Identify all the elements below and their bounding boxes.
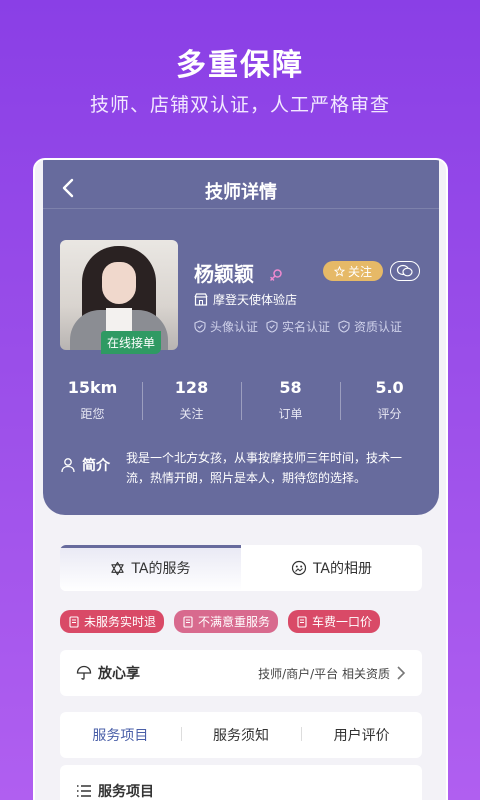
wechat-button[interactable] (390, 261, 420, 281)
assurance-heading: 放心享 (76, 663, 140, 683)
section-title: 服务项目 (98, 784, 154, 800)
promo-subtitle: 技师、店铺双认证，人工严格审查 (89, 94, 390, 116)
stat-label: 评分 (377, 407, 402, 421)
shield-check-icon (194, 320, 206, 333)
stat-followers: 128 关注 (142, 378, 241, 424)
cert-label: 实名认证 (282, 320, 331, 334)
tab-label: TA的相册 (312, 561, 373, 577)
star-of-david-icon (111, 561, 125, 575)
service-subtabs: 服务项目 服务须知 用户评价 (60, 712, 422, 758)
follow-label: 关注 (347, 264, 372, 279)
person-icon (61, 458, 75, 473)
stat-value: 58 (279, 378, 302, 397)
subtab-service-notice[interactable]: 服务须知 (180, 725, 302, 745)
tab-services[interactable]: TA的服务 (60, 545, 241, 591)
tag-reservice: 不满意重服务 (174, 610, 279, 633)
stats-row: 15km 距您 128 关注 58 订单 5.0 评分 (43, 378, 439, 424)
nav-divider (43, 208, 439, 209)
service-items-section: 服务项目 (60, 765, 422, 800)
page-title: 技师详情 (205, 182, 277, 203)
tag-label: 未服务实时退 (84, 615, 157, 629)
cert-realname: 实名认证 (266, 318, 330, 335)
stat-label: 订单 (278, 407, 303, 421)
technician-name: 杨颖颖 (194, 262, 254, 286)
stat-label: 关注 (179, 407, 204, 421)
subtab-service-items[interactable]: 服务项目 (60, 725, 181, 745)
technician-header-card: 技师详情 在线接单 杨颖颖 关注 摩登天使体验店 头像认证 实名认证 资质认证 … (43, 160, 439, 515)
cert-avatar: 头像认证 (194, 318, 258, 335)
tab-label: TA的服务 (131, 561, 191, 577)
stat-orders: 58 订单 (241, 378, 340, 424)
intro-text: 我是一个北方女孩，从事按摩技师三年时间，技术一流，热情开朗，照片是本人，期待您的… (126, 451, 403, 485)
content-tabs: TA的服务 TA的相册 (60, 545, 422, 591)
store-icon (194, 293, 208, 306)
tag-label: 车费一口价 (312, 615, 373, 629)
assurance-detail: 技师/商户/平台 相关资质 (258, 665, 406, 682)
online-status-badge: 在线接单 (101, 331, 162, 354)
umbrella-icon (76, 665, 92, 680)
stat-value: 128 (174, 378, 209, 397)
intro-heading: 简介 (60, 455, 110, 475)
list-icon (77, 785, 91, 797)
stat-distance: 15km 距您 (43, 378, 142, 424)
follow-button[interactable]: 关注 (323, 261, 383, 281)
certification-list: 头像认证 实名认证 资质认证 (194, 318, 402, 335)
shop-name-row[interactable]: 摩登天使体验店 (194, 291, 297, 308)
photo-face-icon (291, 560, 307, 576)
tag-label: 不满意重服务 (198, 615, 271, 629)
female-gender-icon (270, 269, 282, 281)
assurance-desc: 技师/商户/平台 相关资质 (258, 666, 390, 681)
intro-label: 简介 (82, 458, 110, 474)
shop-name: 摩登天使体验店 (213, 293, 298, 307)
stat-value: 5.0 (375, 378, 404, 397)
cert-label: 资质认证 (354, 320, 403, 334)
tag-refund: 未服务实时退 (60, 610, 165, 633)
receipt-icon (297, 615, 307, 628)
promo-title: 多重保障 (176, 48, 304, 83)
section-heading: 服务项目 (76, 781, 406, 800)
shield-check-icon (338, 320, 350, 333)
guarantee-tags: 未服务实时退 不满意重服务 车费一口价 (60, 610, 381, 633)
shield-check-icon (266, 320, 278, 333)
nav-bar: 技师详情 (43, 172, 439, 208)
tab-album[interactable]: TA的相册 (241, 545, 422, 591)
star-outline-icon (333, 265, 345, 277)
subtab-user-reviews[interactable]: 用户评价 (301, 725, 422, 745)
chevron-right-icon (397, 666, 406, 680)
cert-label: 头像认证 (210, 320, 259, 334)
assurance-row[interactable]: 放心享 技师/商户/平台 相关资质 (60, 650, 422, 696)
stat-label: 距您 (80, 407, 105, 421)
cert-qualification: 资质认证 (338, 318, 402, 335)
receipt-icon (183, 615, 193, 628)
stat-rating: 5.0 评分 (340, 378, 439, 424)
tag-fixed-fare: 车费一口价 (288, 610, 381, 633)
chat-bubbles-icon (396, 264, 413, 277)
assurance-label: 放心享 (98, 666, 140, 682)
phone-screen: 技师详情 在线接单 杨颖颖 关注 摩登天使体验店 头像认证 实名认证 资质认证 … (33, 158, 448, 800)
receipt-icon (69, 615, 79, 628)
stat-value: 15km (67, 378, 118, 397)
